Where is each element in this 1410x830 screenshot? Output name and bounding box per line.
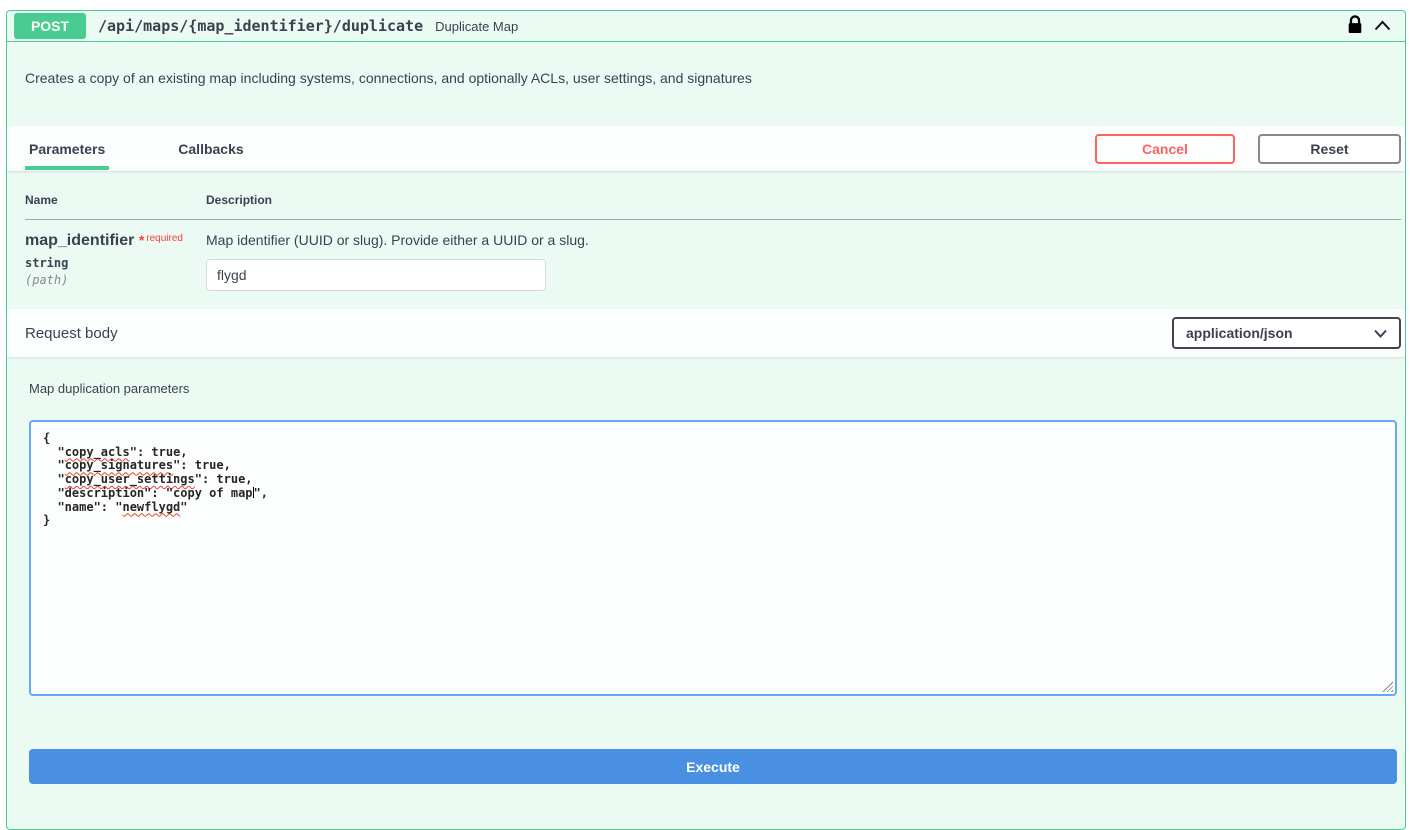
operation-summary-bar[interactable]: POST /api/maps/{map_identifier}/duplicat…	[7, 11, 1405, 42]
media-type-select[interactable]: application/json	[1172, 317, 1401, 349]
chevron-down-icon	[1374, 325, 1387, 341]
parameter-location: (path)	[25, 273, 206, 287]
http-method-badge: POST	[14, 13, 86, 39]
required-label: required	[146, 233, 183, 244]
lock-icon	[1346, 14, 1364, 38]
code-line: "copy_user_settings": true,	[43, 473, 1383, 487]
code-line: }	[43, 514, 1383, 528]
tab-callbacks[interactable]: Callbacks	[174, 127, 247, 170]
parameters-section: Name Description map_identifier *require…	[7, 171, 1405, 309]
collapse-operation-button[interactable]	[1372, 17, 1393, 36]
column-header-description: Description	[206, 185, 1401, 220]
json-editor-content: { "copy_acls": true, "copy_signatures": …	[43, 432, 1383, 528]
request-body-label: Request body	[25, 325, 118, 342]
execute-button[interactable]: Execute	[29, 749, 1397, 784]
code-line: {	[43, 432, 1383, 446]
request-body-editor[interactable]: { "copy_acls": true, "copy_signatures": …	[29, 420, 1397, 696]
endpoint-path: /api/maps/{map_identifier}/duplicate	[98, 17, 423, 35]
parameter-row-map-identifier: map_identifier *required string (path) M…	[25, 220, 1401, 292]
code-line: "copy_signatures": true,	[43, 459, 1383, 473]
schema-title: Map duplication parameters	[29, 381, 1397, 396]
parameters-header-row: Parameters Callbacks Cancel Reset	[7, 126, 1405, 171]
required-asterisk: *	[139, 232, 144, 248]
code-line: "copy_acls": true,	[43, 446, 1383, 460]
column-header-name: Name	[25, 185, 206, 220]
authorize-lock-button[interactable]	[1344, 12, 1366, 40]
parameter-description: Map identifier (UUID or slug). Provide e…	[206, 232, 1401, 248]
request-body-header-row: Request body application/json	[7, 309, 1405, 357]
endpoint-summary: Duplicate Map	[435, 19, 518, 34]
reset-button[interactable]: Reset	[1258, 134, 1401, 164]
media-type-selected-value: application/json	[1186, 325, 1293, 341]
map-identifier-input[interactable]	[206, 259, 546, 291]
parameter-name: map_identifier	[25, 232, 134, 249]
parameter-type: string	[25, 256, 206, 270]
tab-parameters[interactable]: Parameters	[25, 127, 109, 170]
code-line: "name": "newflygd"	[43, 501, 1383, 515]
resize-handle[interactable]	[1382, 681, 1393, 692]
operation-description: Creates a copy of an existing map includ…	[7, 42, 1405, 126]
code-line: "description": "copy of map",	[43, 487, 1383, 501]
chevron-up-icon	[1374, 19, 1391, 34]
cancel-button[interactable]: Cancel	[1095, 134, 1235, 164]
operation-panel-duplicate-map: POST /api/maps/{map_identifier}/duplicat…	[6, 10, 1406, 830]
request-body-section: Map duplication parameters { "copy_acls"…	[7, 357, 1405, 784]
